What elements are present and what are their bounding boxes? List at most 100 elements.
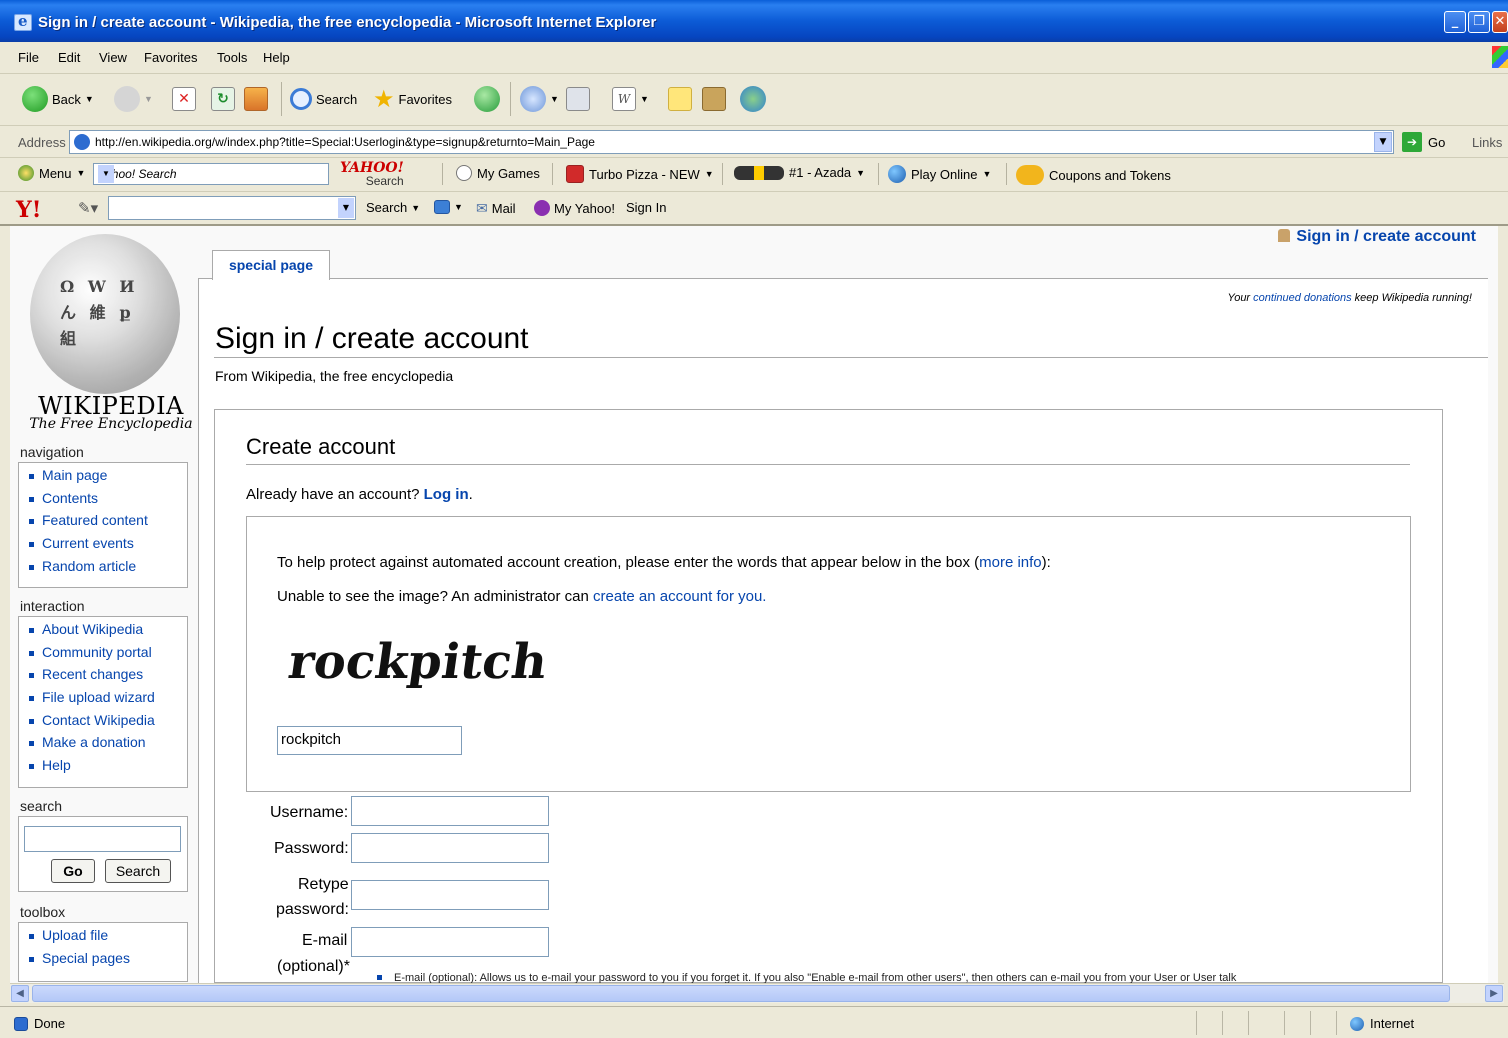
donation-link[interactable]: continued donations (1253, 292, 1351, 304)
scroll-right-icon[interactable]: ▶ (1485, 985, 1503, 1002)
maximize-button[interactable]: ❐ (1468, 11, 1490, 33)
edit-button[interactable]: W ▼ (612, 84, 649, 114)
close-button[interactable]: ✕ (1492, 11, 1508, 33)
page-title: Sign in / create account (215, 322, 529, 355)
menu-edit[interactable]: Edit (58, 50, 80, 65)
nav-item[interactable]: Main page (19, 467, 187, 490)
tab-special-page[interactable]: special page (212, 250, 330, 280)
yahoo-search-btn[interactable]: Search ▼ (366, 200, 420, 215)
menu-favorites[interactable]: Favorites (144, 50, 197, 65)
menu-help[interactable]: Help (263, 50, 290, 65)
toolbox-list: Upload file Special pages (18, 922, 188, 982)
back-button[interactable]: Back ▼ (22, 84, 94, 114)
page-icon (74, 134, 90, 150)
interaction-item[interactable]: Make a donation (19, 734, 187, 757)
wiki-search-input[interactable] (24, 826, 181, 852)
username-field[interactable] (351, 796, 549, 826)
home-button[interactable] (244, 84, 268, 114)
go-button[interactable]: ➔ Go (1402, 132, 1445, 152)
discuss-button[interactable] (668, 84, 692, 114)
research-button[interactable] (702, 84, 726, 114)
forward-dropdown-icon[interactable]: ▼ (144, 94, 153, 104)
more-info-link[interactable]: more info (979, 554, 1042, 571)
favorites-button[interactable]: ★ Favorites (373, 84, 452, 114)
yahoo-search-input[interactable]: Yahoo! Search ▼ (93, 163, 329, 185)
my-games-button[interactable]: My Games (456, 165, 540, 181)
yahoo-menu-dropdown-icon: ▼ (76, 168, 86, 178)
interaction-item[interactable]: Contact Wikipedia (19, 712, 187, 735)
mail-button[interactable]: ▼ (520, 84, 559, 114)
links-button[interactable]: Links (1472, 135, 1502, 150)
login-link[interactable]: Log in (424, 486, 469, 503)
search-button[interactable]: Search (290, 84, 357, 114)
menu-file[interactable]: File (18, 50, 39, 65)
refresh-button[interactable]: ↻ (211, 84, 235, 114)
scroll-thumb[interactable] (32, 985, 1450, 1002)
yahoo-search-button[interactable]: YAHOO! Search (340, 161, 404, 188)
interaction-item[interactable]: File upload wizard (19, 689, 187, 712)
nav-item[interactable]: Contents (19, 490, 187, 513)
scroll-left-icon[interactable]: ◀ (11, 985, 29, 1002)
interaction-item[interactable]: Help (19, 757, 187, 780)
play-online-button[interactable]: Play Online ▼ (888, 165, 991, 183)
interaction-item[interactable]: About Wikipedia (19, 621, 187, 644)
create-for-you-link[interactable]: create an account for you. (593, 588, 766, 605)
address-dropdown-icon[interactable]: ▼ (1374, 132, 1392, 152)
horizontal-scrollbar[interactable]: ◀ ▶ (10, 983, 1504, 1003)
back-dropdown-icon[interactable]: ▼ (85, 94, 94, 104)
stop-button[interactable]: ✕ (172, 84, 196, 114)
zone-label: Internet (1370, 1016, 1415, 1031)
password-field[interactable] (351, 833, 549, 863)
forward-button[interactable]: ▼ (114, 84, 153, 114)
yahoo-extras-button[interactable]: ▼ (434, 200, 463, 214)
azada-label: #1 - Azada (789, 165, 852, 180)
heading-divider (246, 464, 1410, 465)
address-input[interactable]: http://en.wikipedia.org/w/index.php?titl… (69, 130, 1394, 154)
yahoo-search-field-dropdown-icon[interactable]: ▼ (338, 198, 354, 218)
pencil-icon[interactable]: ✎▾ (78, 199, 98, 217)
coupons-button[interactable]: Coupons and Tokens (1016, 165, 1171, 185)
edit-dropdown-icon[interactable]: ▼ (640, 94, 649, 104)
turbo-pizza-button[interactable]: Turbo Pizza - NEW ▼ (566, 165, 714, 183)
azada-dropdown-icon: ▼ (856, 167, 866, 178)
personal-signin-link[interactable]: Sign in / create account (1278, 228, 1476, 246)
search-label: Search (316, 91, 358, 107)
nav-item[interactable]: Featured content (19, 512, 187, 535)
interaction-item[interactable]: Community portal (19, 644, 187, 667)
status-divider (1196, 1011, 1197, 1035)
yahoo-mail-button[interactable]: ✉ Mail (476, 200, 516, 217)
yahoo-search-field[interactable]: ▼ (108, 196, 356, 220)
yahoo-search-btn-dropdown-icon: ▼ (411, 202, 421, 213)
retype-password-field[interactable] (351, 880, 549, 910)
wikipedia-globe-logo[interactable] (30, 234, 180, 394)
nav-item[interactable]: Current events (19, 535, 187, 558)
yahoo-menu-button[interactable]: Menu ▼ (18, 165, 85, 181)
nav-item[interactable]: Random article (19, 558, 187, 581)
title-divider (214, 357, 1488, 358)
my-yahoo-button[interactable]: My Yahoo! (534, 200, 615, 216)
donate-prefix: Your (1227, 292, 1254, 304)
azada-button[interactable]: #1 - Azada ▼ (734, 165, 865, 180)
email-field[interactable] (351, 927, 549, 957)
captcha-input[interactable]: rockpitch (277, 726, 462, 755)
interaction-item[interactable]: Recent changes (19, 666, 187, 689)
yahoo-logo[interactable]: Y! (16, 197, 41, 223)
menu-tools[interactable]: Tools (217, 50, 247, 65)
toolbox-item[interactable]: Upload file (19, 927, 187, 950)
wiki-search-button[interactable]: Search (105, 859, 171, 883)
history-button[interactable] (474, 84, 500, 114)
yahoo-sign-in-button[interactable]: Sign In (626, 200, 666, 215)
yahoo-search-dropdown-icon[interactable]: ▼ (98, 165, 114, 183)
back-label: Back (52, 91, 81, 107)
toolbox-item[interactable]: Special pages (19, 950, 187, 973)
minimize-button[interactable]: _ (1444, 11, 1466, 33)
retype-label-line2: password: (276, 901, 349, 918)
mail-dropdown-icon[interactable]: ▼ (550, 94, 559, 104)
menu-view[interactable]: View (99, 50, 127, 65)
email-help-note: E-mail (optional): Allows us to e-mail y… (377, 972, 1236, 983)
menu-bar: File Edit View Favorites Tools Help (0, 42, 1508, 74)
wiki-go-button[interactable]: Go (51, 859, 95, 883)
messenger-button[interactable] (740, 84, 766, 114)
signin-link-label: Sign in / create account (1296, 228, 1476, 245)
print-button[interactable] (566, 84, 590, 114)
